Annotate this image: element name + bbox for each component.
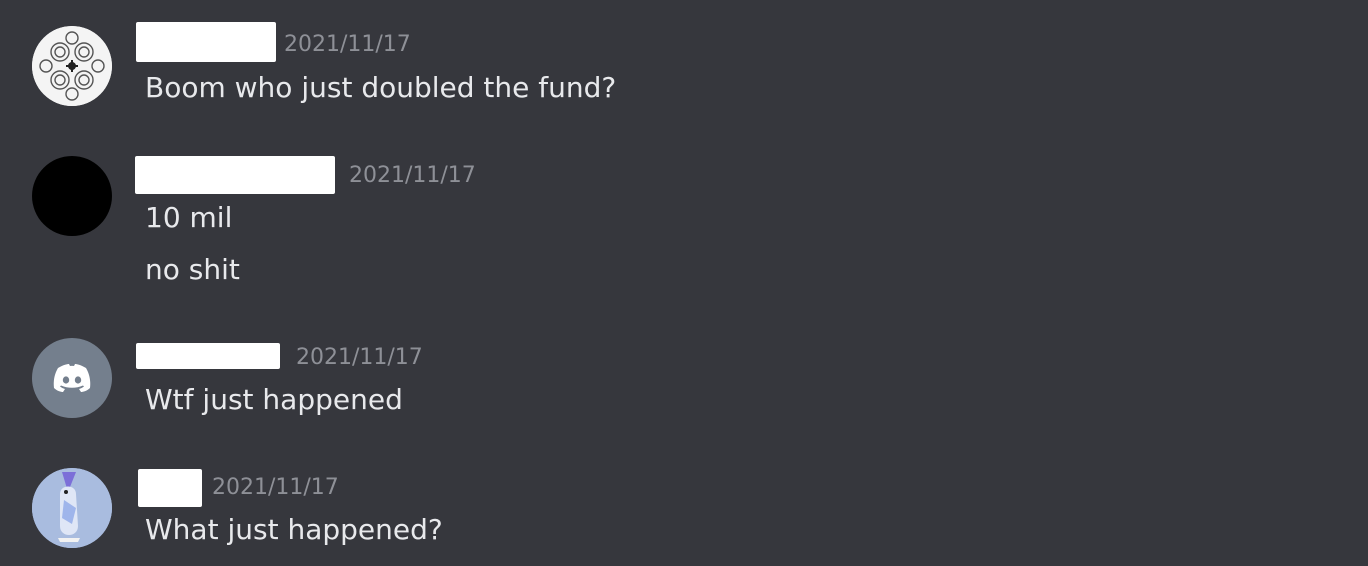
username-redacted[interactable]: [136, 22, 276, 62]
message-text: What just happened?: [145, 513, 443, 546]
discord-default-avatar-icon[interactable]: [32, 338, 112, 418]
black-avatar-icon[interactable]: [32, 156, 112, 236]
timestamp: 2021/11/17: [284, 32, 411, 57]
username-redacted[interactable]: [136, 343, 280, 369]
timestamp: 2021/11/17: [296, 345, 423, 370]
message-text: 10 mil: [145, 201, 233, 234]
message-text: Wtf just happened: [145, 383, 403, 416]
message-text: Boom who just doubled the fund?: [145, 71, 617, 104]
username-redacted[interactable]: [135, 156, 335, 194]
timestamp: 2021/11/17: [349, 163, 476, 188]
timestamp: 2021/11/17: [212, 475, 339, 500]
message-text: no shit: [145, 253, 240, 286]
username-redacted[interactable]: [138, 469, 202, 507]
fractal-avatar-icon[interactable]: [32, 26, 112, 106]
penguin-wizard-avatar-icon[interactable]: [32, 468, 112, 548]
